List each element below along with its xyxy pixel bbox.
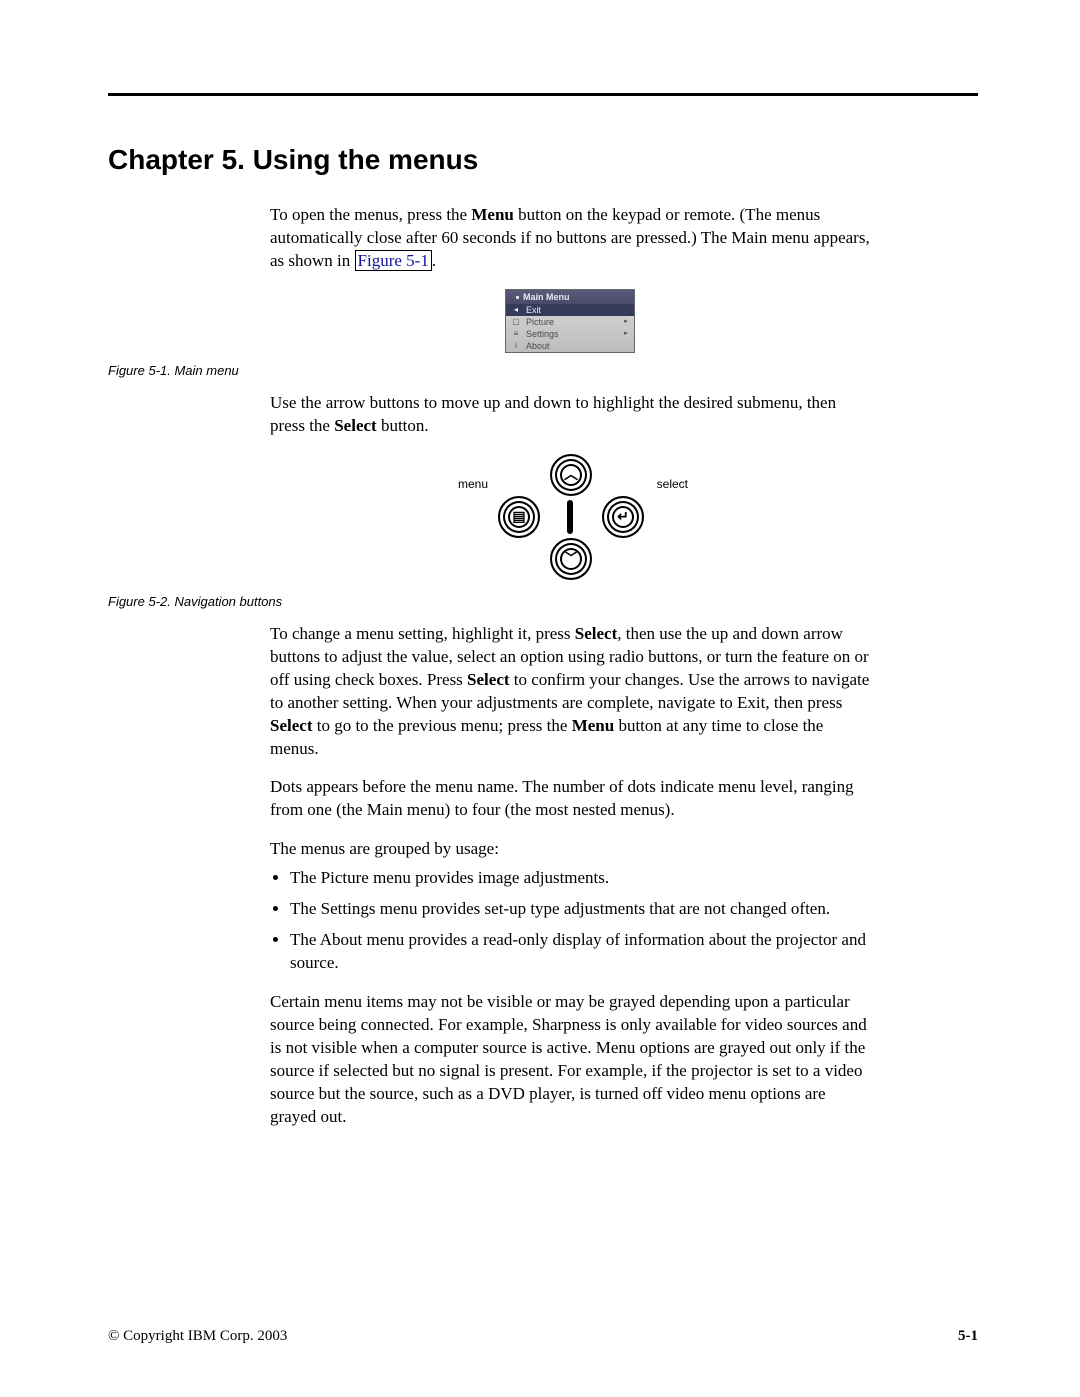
paragraph-change-setting: To change a menu setting, highlight it, … <box>270 623 870 761</box>
figure-5-2-caption: Figure 5-2. Navigation buttons <box>108 594 978 609</box>
bold-menu: Menu <box>572 716 615 735</box>
usage-bullets: The Picture menu provides image adjustme… <box>270 867 870 975</box>
list-item: The About menu provides a read-only disp… <box>290 929 870 975</box>
picture-icon: ▢ <box>509 317 523 328</box>
paragraph-dots: Dots appears before the menu name. The n… <box>270 776 870 822</box>
text: button. <box>377 416 429 435</box>
text: to go to the previous menu; press the <box>312 716 571 735</box>
menu-item-about: i About <box>506 340 634 352</box>
menu-item-label: Picture <box>523 316 621 328</box>
dot-icon <box>516 296 519 299</box>
menu-icon: ▤ <box>512 507 525 526</box>
bold-select: Select <box>467 670 509 689</box>
label-menu: menu <box>458 476 488 492</box>
down-arrow-button: ﹀ <box>550 538 592 580</box>
up-arrow-button: ︿ <box>550 454 592 496</box>
list-item: The Settings menu provides set-up type a… <box>290 898 870 921</box>
chevron-down-icon: ﹀ <box>564 549 578 568</box>
center-bar-icon <box>567 500 573 534</box>
chapter-title: Chapter 5. Using the menus <box>108 144 978 176</box>
submenu-arrow-icon: ▸ <box>621 329 631 338</box>
figure-5-1-menu-screenshot: Main Menu ◂ Exit ▢ Picture ▸ ≡ Settings … <box>505 289 635 353</box>
figure-5-2-navigation-buttons: menu select ︿ ▤ ↵ ﹀ <box>470 454 670 584</box>
menu-item-label: About <box>523 340 621 352</box>
menu-title: Main Menu <box>523 292 570 302</box>
menu-item-label: Settings <box>523 328 621 340</box>
menu-button: ▤ <box>498 496 540 538</box>
paragraph-intro: To open the menus, press the Menu button… <box>270 204 870 273</box>
select-button: ↵ <box>602 496 644 538</box>
menu-item-picture: ▢ Picture ▸ <box>506 316 634 328</box>
exit-icon: ◂ <box>509 305 523 316</box>
bold-select: Select <box>334 416 376 435</box>
about-icon: i <box>509 341 523 352</box>
text: To open the menus, press the <box>270 205 471 224</box>
top-rule <box>108 93 978 96</box>
figure-5-1-caption: Figure 5-1. Main menu <box>108 363 978 378</box>
menu-item-label: Exit <box>523 304 621 316</box>
menu-item-exit: ◂ Exit <box>506 304 634 316</box>
settings-icon: ≡ <box>509 329 523 340</box>
submenu-arrow-icon: ▸ <box>621 317 631 326</box>
text: . <box>432 251 436 270</box>
bold-select: Select <box>575 624 617 643</box>
menu-title-bar: Main Menu <box>506 290 634 304</box>
bold-select: Select <box>270 716 312 735</box>
paragraph-grouped: The menus are grouped by usage: <box>270 838 870 861</box>
label-select: select <box>657 476 688 492</box>
menu-item-settings: ≡ Settings ▸ <box>506 328 634 340</box>
copyright: © Copyright IBM Corp. 2003 <box>108 1328 287 1345</box>
enter-icon: ↵ <box>617 507 629 526</box>
text: To change a menu setting, highlight it, … <box>270 624 575 643</box>
paragraph-arrows: Use the arrow buttons to move up and dow… <box>270 392 870 438</box>
chevron-up-icon: ︿ <box>564 465 578 484</box>
page-number: 5-1 <box>958 1328 978 1345</box>
bold-menu: Menu <box>471 205 514 224</box>
list-item: The Picture menu provides image adjustme… <box>290 867 870 890</box>
paragraph-certain-items: Certain menu items may not be visible or… <box>270 991 870 1129</box>
figure-5-1-link[interactable]: Figure 5-1 <box>355 250 432 271</box>
